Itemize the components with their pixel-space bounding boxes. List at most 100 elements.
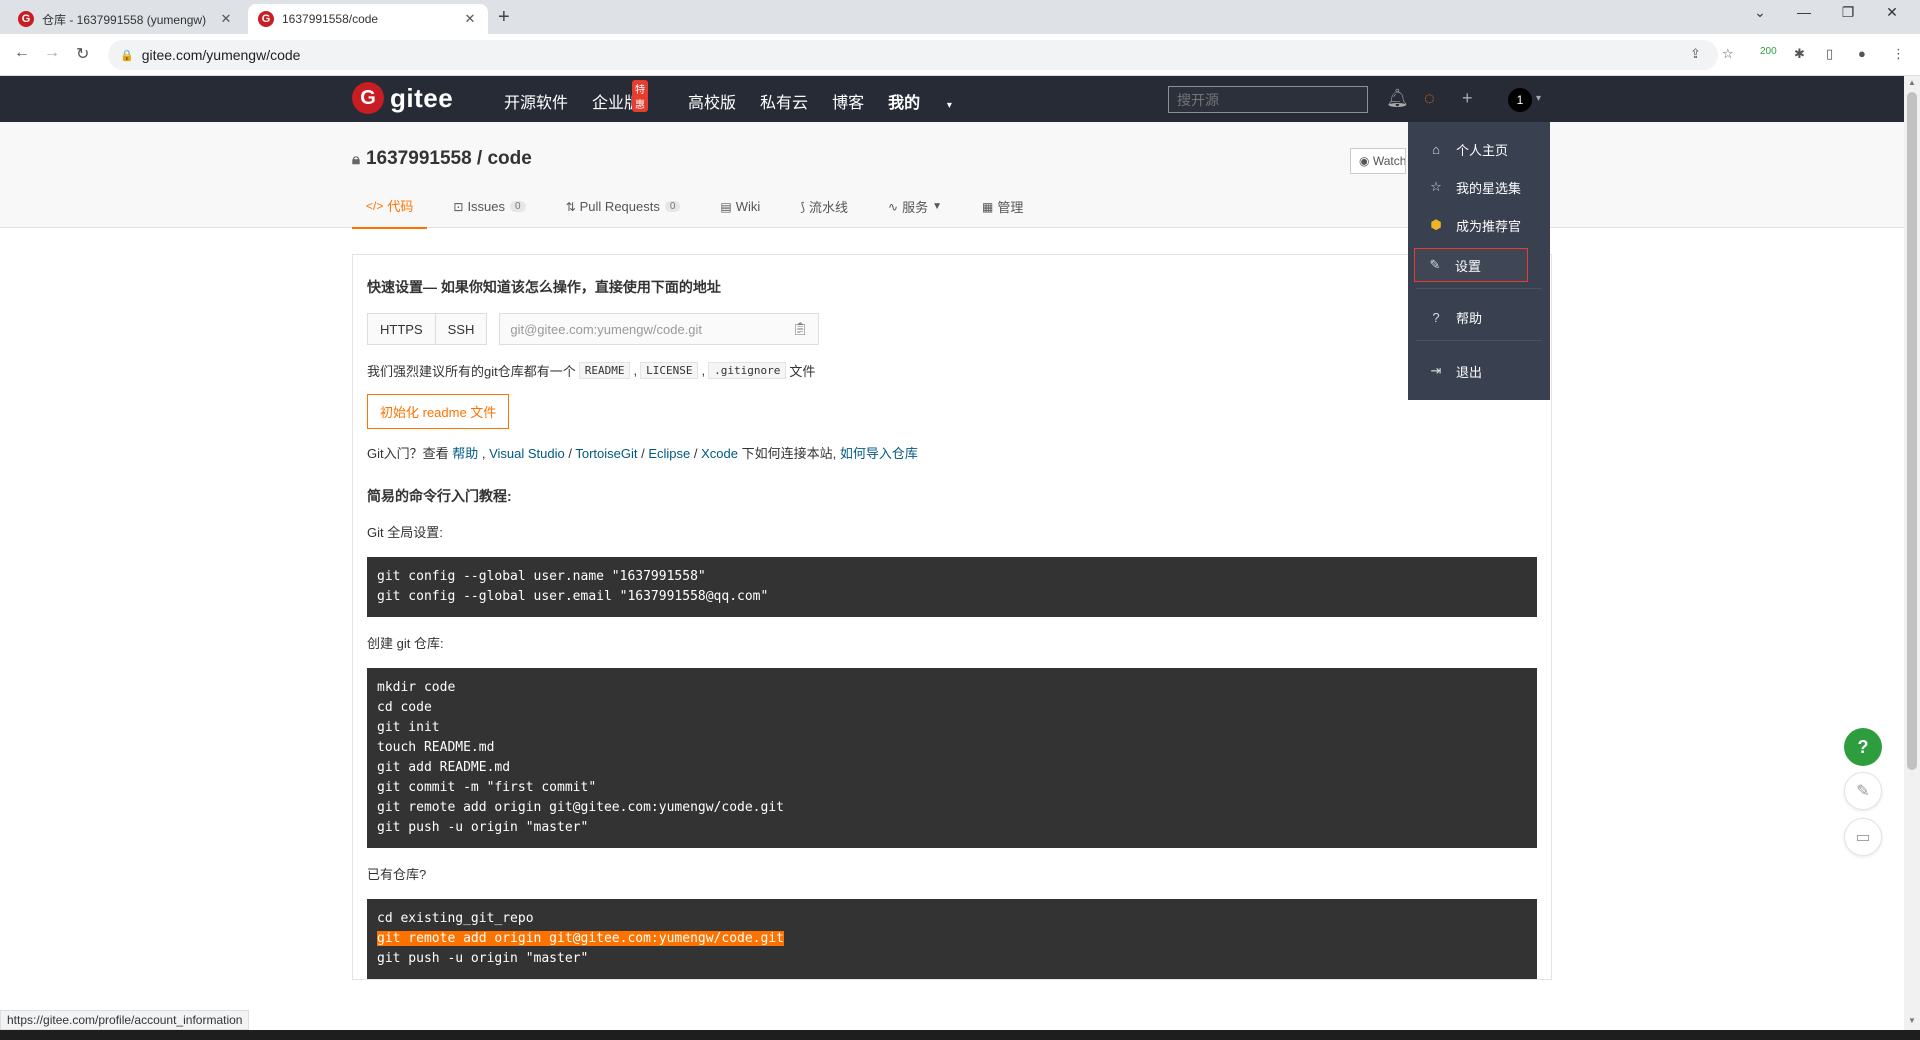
- visual-studio-link[interactable]: Visual Studio: [489, 446, 565, 461]
- nav-enterprise[interactable]: 企业版 特惠: [592, 80, 664, 113]
- help-link[interactable]: 帮助: [452, 446, 478, 461]
- menu-item-logout[interactable]: ⇥ 退出: [1408, 354, 1550, 388]
- scroll-down-icon[interactable]: ▼: [1904, 1016, 1920, 1025]
- gitee-favicon-icon: G: [258, 11, 274, 27]
- repo-name[interactable]: 1637991558 / code: [366, 148, 532, 170]
- tab-services[interactable]: ∿ 服务 ▼: [874, 196, 956, 229]
- menu-item-help[interactable]: ? 帮助: [1408, 300, 1550, 334]
- menu-item-settings[interactable]: ✎ 设置: [1414, 248, 1528, 282]
- nav-private-cloud[interactable]: 私有云: [760, 89, 808, 113]
- top-nav: 开源软件 企业版 特惠 高校版 私有云 博客 我的 ▾: [504, 80, 1000, 113]
- caret-down-icon: ▾: [944, 100, 952, 111]
- nav-education[interactable]: 高校版: [688, 89, 736, 113]
- tab-label: 流水线: [809, 200, 849, 215]
- menu-item-recommender[interactable]: ⬢ 成为推荐官: [1408, 208, 1550, 242]
- code-line: git init: [377, 720, 440, 735]
- code-line: git remote add origin git@gitee.com:yume…: [377, 800, 784, 815]
- back-icon[interactable]: ←: [14, 44, 30, 62]
- https-button[interactable]: HTTPS: [367, 313, 436, 345]
- gitee-logo[interactable]: G gitee: [352, 82, 453, 114]
- menu-item-profile[interactable]: ⌂ 个人主页: [1408, 132, 1550, 166]
- menu-kebab-icon[interactable]: ⋮: [1892, 46, 1905, 62]
- tab-pull-requests[interactable]: ⇅ Pull Requests 0: [552, 196, 695, 229]
- avatar[interactable]: 1: [1508, 88, 1532, 112]
- restore-icon[interactable]: ❐: [1828, 4, 1868, 21]
- tab-pipeline[interactable]: ⟆ 流水线: [786, 196, 862, 229]
- nav-mine[interactable]: 我的 ▾: [888, 89, 976, 113]
- new-tab-icon[interactable]: +: [498, 6, 510, 29]
- close-icon[interactable]: ✕: [218, 11, 234, 27]
- taskbar: [0, 1030, 1920, 1040]
- browser-tab-code[interactable]: G 1637991558/code ✕: [248, 4, 488, 34]
- tab-label: Pull Requests: [579, 199, 660, 214]
- close-icon[interactable]: ✕: [462, 11, 478, 27]
- init-readme-button[interactable]: 初始化 readme 文件: [367, 394, 510, 429]
- menu-label: 个人主页: [1456, 142, 1509, 158]
- address-bar[interactable]: 🔒 gitee.com/yumengw/code: [108, 40, 1718, 70]
- bookmark-star-icon[interactable]: ☆: [1722, 46, 1734, 62]
- tab-issues[interactable]: ⊡ Issues 0: [439, 196, 539, 229]
- tab-code[interactable]: </> 代码: [352, 196, 428, 229]
- minimize-icon[interactable]: —: [1784, 4, 1824, 20]
- tortoisegit-link[interactable]: TortoiseGit: [575, 446, 637, 461]
- clone-url-field[interactable]: git@gitee.com:yumengw/code.git 📋︎: [499, 313, 820, 345]
- search-input[interactable]: [1168, 86, 1368, 113]
- copy-icon[interactable]: 📋︎: [792, 321, 809, 337]
- lightbulb-icon[interactable]: ◌: [1424, 88, 1435, 109]
- code-line: git config --global user.email "16379915…: [377, 589, 769, 604]
- scroll-up-icon[interactable]: ▲: [1904, 78, 1920, 87]
- browser-toolbar: ← → ↻ 🔒 gitee.com/yumengw/code ⇪ ☆ 200 ✱…: [0, 34, 1920, 76]
- gitintro-middle: 下如何连接本站,: [737, 446, 840, 461]
- home-icon: ⌂: [1432, 141, 1440, 157]
- ssh-button[interactable]: SSH: [435, 313, 488, 345]
- repo-title: 🔒︎ 1637991558 / code: [352, 148, 532, 170]
- forward-icon[interactable]: →: [44, 44, 60, 62]
- count-badge: 0: [664, 201, 681, 212]
- menu-item-stars[interactable]: ☆ 我的星选集: [1408, 170, 1550, 204]
- pulse-icon: ∿: [888, 199, 899, 214]
- code-line: git config --global user.name "163799155…: [377, 569, 706, 584]
- help-circle-icon: ?: [1432, 309, 1440, 325]
- plus-icon[interactable]: +: [1462, 88, 1473, 109]
- scroll-thumb[interactable]: [1907, 92, 1917, 770]
- code-block[interactable]: mkdir code cd code git init touch README…: [367, 668, 1537, 848]
- wiki-icon: ▤: [720, 199, 732, 214]
- page-scrollbar[interactable]: ▲ ▼: [1904, 76, 1920, 1030]
- count-badge: 0: [510, 201, 526, 212]
- watch-button[interactable]: ◉ Watch: [1350, 148, 1406, 174]
- repo-tabs: </> 代码 ⊡ Issues 0 ⇅ Pull Requests 0 ▤ Wiki ⟆ 流水…: [352, 196, 1049, 229]
- tab-manage[interactable]: ▦ 管理: [968, 196, 1037, 229]
- feedback-edit-icon[interactable]: ✎: [1844, 772, 1882, 810]
- side-panel-icon[interactable]: ▯: [1826, 46, 1833, 62]
- eye-icon: ◉: [1359, 154, 1373, 168]
- browser-tab-repo-list[interactable]: G 仓库 - 1637991558 (yumengw) ✕: [8, 4, 244, 34]
- clone-box: HTTPS SSH git@gitee.com:yumengw/code.git…: [367, 313, 1537, 345]
- menu-label: 退出: [1456, 364, 1483, 380]
- gitee-header: G gitee 开源软件 企业版特惠 高校版 私有云 博客 我的 ▾ 🔔︎ ◌ …: [0, 76, 1904, 122]
- xcode-link[interactable]: Xcode: [701, 446, 738, 461]
- extension-badge[interactable]: 200: [1760, 46, 1777, 57]
- import-repo-link[interactable]: 如何导入仓库: [840, 446, 918, 461]
- eclipse-link[interactable]: Eclipse: [648, 446, 690, 461]
- reload-icon[interactable]: ↻: [76, 44, 89, 64]
- section-label: Git 全局设置:: [367, 525, 443, 540]
- logo-text: gitee: [390, 82, 454, 113]
- bell-icon[interactable]: 🔔︎: [1386, 88, 1409, 109]
- nav-open-source[interactable]: 开源软件: [504, 89, 568, 113]
- tab-label: 管理: [997, 200, 1024, 215]
- tab-search-icon[interactable]: ⌄: [1740, 4, 1780, 21]
- share-icon[interactable]: ⇪: [1690, 46, 1701, 62]
- caret-down-icon[interactable]: ▾: [1536, 93, 1541, 104]
- tab-wiki[interactable]: ▤ Wiki: [706, 196, 774, 229]
- code-block[interactable]: cd existing_git_repo git remote add orig…: [367, 899, 1537, 979]
- window-close-icon[interactable]: ✕: [1872, 4, 1912, 21]
- url-text: gitee.com/yumengw/code: [141, 47, 301, 63]
- extensions-puzzle-icon[interactable]: ✱: [1794, 46, 1805, 62]
- lock-icon: 🔒: [120, 49, 134, 62]
- recommend-text: 我们强烈建议所有的git仓库都有一个 README, LICENSE, .git…: [367, 362, 816, 379]
- chat-icon[interactable]: ▭: [1844, 818, 1882, 856]
- profile-icon[interactable]: ●: [1858, 46, 1866, 61]
- code-block[interactable]: git config --global user.name "163799155…: [367, 557, 1537, 617]
- nav-blog[interactable]: 博客: [832, 89, 864, 113]
- help-fab[interactable]: ?: [1844, 728, 1882, 766]
